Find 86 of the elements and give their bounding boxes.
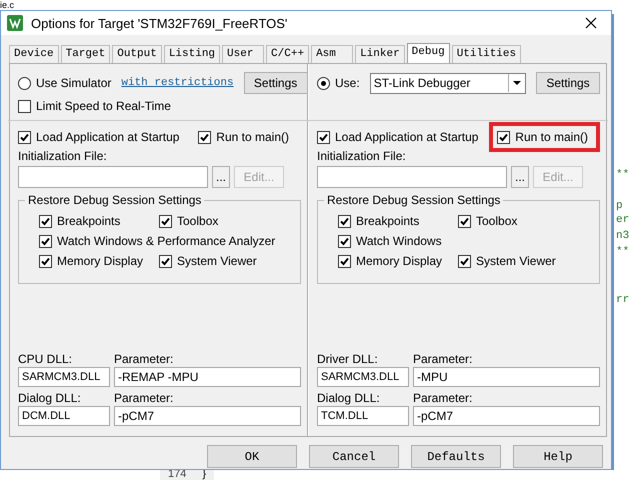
code-fragment: **	[616, 246, 630, 258]
tab[interactable]: Utilities	[452, 45, 522, 63]
file-tab[interactable]: ie.c	[0, 0, 14, 10]
field-label: CPU DLL:	[18, 352, 74, 366]
restrictions-link[interactable]: with restrictions	[121, 77, 234, 89]
tab[interactable]: C/C++	[266, 45, 310, 63]
checkbox-label: Breakpoints	[356, 214, 420, 228]
dialog-button[interactable]: Cancel	[309, 445, 399, 468]
code-fragment: n3	[616, 230, 630, 242]
tab[interactable]: Listing	[164, 45, 220, 63]
tab[interactable]: Asm	[311, 45, 354, 63]
code-fragment: p	[616, 200, 623, 212]
checkbox[interactable]	[39, 214, 52, 228]
checkbox[interactable]	[497, 130, 510, 144]
radio-label: Use:	[335, 76, 360, 90]
tab[interactable]: Target	[60, 45, 110, 63]
checkbox-label: System Viewer	[476, 254, 556, 268]
dll-field[interactable]: SARMCM3.DLL	[317, 367, 409, 387]
checkbox-label: Watch Windows	[356, 234, 442, 248]
checkbox[interactable]	[39, 254, 52, 268]
checkbox[interactable]	[159, 214, 172, 228]
checkbox-label: Run to main()	[515, 130, 588, 144]
field-label: Initialization File:	[317, 149, 407, 163]
dialog-button[interactable]: OK	[207, 445, 297, 468]
radio-button[interactable]	[18, 76, 31, 90]
settings-button[interactable]: Settings	[536, 72, 600, 94]
checkbox-label: Breakpoints	[57, 214, 120, 228]
browse-button[interactable]: ...	[511, 166, 529, 188]
checkbox[interactable]	[198, 130, 212, 144]
checkbox[interactable]	[39, 234, 52, 248]
code-fragment: rr	[616, 294, 630, 306]
checkbox-label: Load Application at Startup	[36, 130, 180, 144]
field-label: Dialog DLL:	[317, 391, 381, 405]
parameter-field[interactable]: -MPU	[413, 367, 600, 387]
tab[interactable]: Debug	[406, 43, 450, 63]
init-file-field[interactable]	[317, 166, 507, 188]
window-title: Options for Target 'STM32F769I_FreeRTOS'	[31, 16, 288, 30]
checkbox-label: Memory Display	[356, 254, 442, 268]
checkbox-label: Toolbox	[177, 214, 218, 228]
checkbox[interactable]	[18, 100, 31, 112]
parameter-field[interactable]: -pCM7	[114, 406, 301, 426]
radio-label: Use Simulator	[36, 76, 112, 90]
field-label: Driver DLL:	[317, 352, 379, 366]
dll-field[interactable]: SARMCM3.DLL	[18, 367, 110, 387]
dialog-button[interactable]: Help	[513, 445, 603, 468]
checkbox[interactable]	[338, 234, 351, 248]
checkbox[interactable]	[317, 130, 330, 144]
code-fragment: **	[616, 169, 630, 181]
dialog-button[interactable]: Defaults	[411, 445, 501, 468]
field-label: Dialog DLL:	[18, 391, 82, 405]
checkbox[interactable]	[458, 254, 471, 268]
tab[interactable]: Device	[9, 45, 59, 63]
checkbox-label: Limit Speed to Real-Time	[36, 99, 171, 113]
init-file-field[interactable]	[18, 166, 208, 188]
field-label: Parameter:	[114, 352, 174, 366]
checkbox[interactable]	[18, 130, 31, 144]
dll-field[interactable]: DCM.DLL	[18, 406, 110, 426]
app-icon	[7, 15, 23, 31]
checkbox-label: Watch Windows & Performance Analyzer	[57, 234, 276, 248]
tab[interactable]: Output	[112, 45, 162, 63]
checkbox-label: Memory Display	[57, 254, 144, 268]
field-label: Parameter:	[413, 391, 474, 405]
debugger-dropdown[interactable]: ST-Link Debugger	[370, 72, 526, 94]
tab[interactable]: Linker	[355, 45, 405, 63]
checkbox-label: Run to main()	[216, 130, 289, 144]
checkbox[interactable]	[338, 214, 351, 228]
field-label: Initialization File:	[18, 149, 108, 163]
browse-button[interactable]: ...	[212, 166, 230, 188]
checkbox[interactable]	[458, 214, 471, 228]
radio-button[interactable]	[317, 76, 330, 90]
group-title: Restore Debug Session Settings	[25, 193, 204, 207]
field-label: Parameter:	[413, 352, 474, 366]
checkbox-label: System Viewer	[177, 254, 257, 268]
field-label: Parameter:	[114, 391, 174, 405]
group-title: Restore Debug Session Settings	[324, 193, 504, 207]
checkbox[interactable]	[338, 254, 351, 268]
parameter-field[interactable]: -pCM7	[413, 406, 600, 426]
tab[interactable]: User	[222, 45, 264, 63]
checkbox-label: Load Application at Startup	[335, 130, 478, 144]
settings-button[interactable]: Settings	[244, 72, 308, 94]
parameter-field[interactable]: -REMAP -MPU	[114, 367, 301, 387]
checkbox-label: Toolbox	[476, 214, 518, 228]
close-icon[interactable]	[585, 17, 597, 29]
dll-field[interactable]: TCM.DLL	[317, 406, 409, 426]
checkbox[interactable]	[159, 254, 172, 268]
code-fragment: er	[616, 214, 630, 226]
